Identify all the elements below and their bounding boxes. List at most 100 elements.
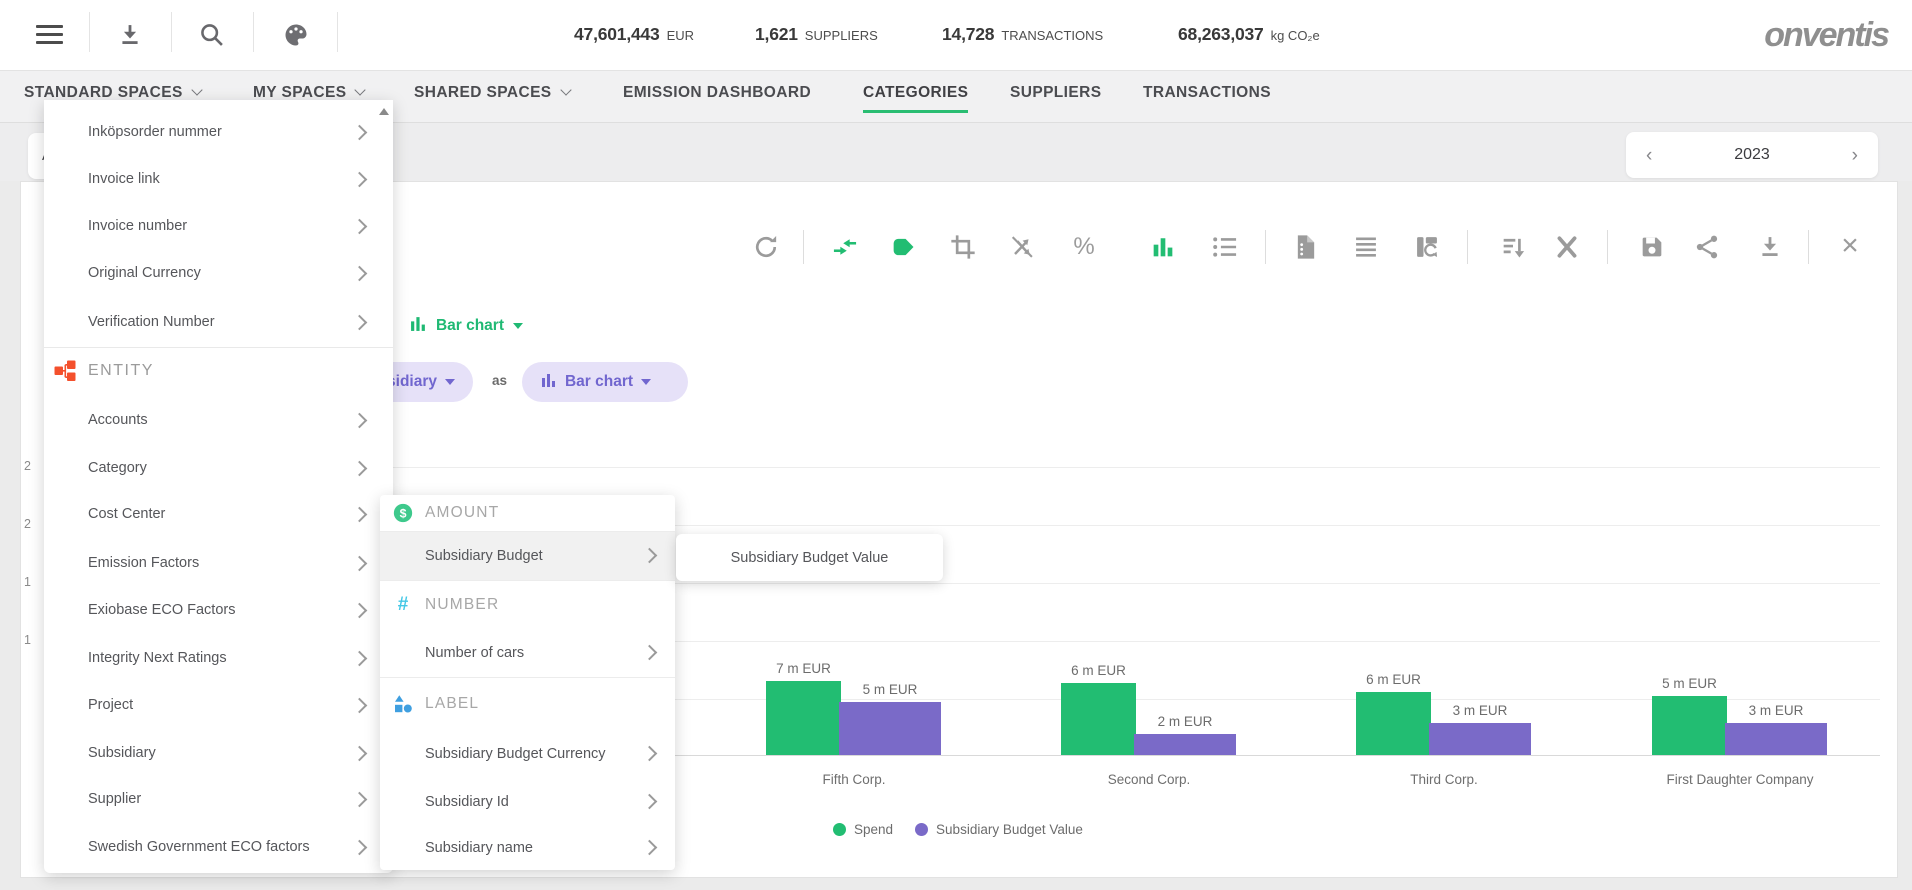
y-axis-tick-label: 1	[24, 633, 42, 647]
submenu-item-subsidiary-name[interactable]: Subsidiary name	[380, 825, 675, 870]
submenu-item-number-of-cars[interactable]: Number of cars	[380, 629, 675, 677]
menu-item-verification-number[interactable]: Verification Number	[44, 299, 393, 345]
tab-shared-spaces[interactable]: SHARED SPACES	[414, 84, 570, 102]
palette-icon[interactable]	[282, 21, 310, 49]
currency-badge[interactable]: EUR	[366, 20, 418, 49]
y-axis-tick-label: 2	[24, 517, 42, 531]
pivot-icon[interactable]	[1413, 233, 1441, 261]
menu-item-label: Original Currency	[88, 250, 201, 296]
no-sort-icon[interactable]	[1008, 233, 1036, 261]
scroll-up-icon[interactable]	[379, 108, 389, 115]
menu-item-label: Project	[88, 682, 133, 728]
tab-transactions[interactable]: TRANSACTIONS	[1143, 84, 1271, 102]
report-icon[interactable]	[1292, 233, 1320, 261]
category-label: Second Corp.	[1039, 772, 1259, 787]
category-label: First Daughter Company	[1630, 772, 1850, 787]
chevron-right-icon	[352, 315, 368, 331]
bar-spend[interactable]	[1652, 696, 1727, 755]
legend-item[interactable]: Subsidiary Budget Value	[915, 822, 1083, 837]
as-chart-type-chip[interactable]: Bar chart	[522, 362, 688, 402]
menu-item-original-currency[interactable]: Original Currency	[44, 250, 393, 296]
divider	[1467, 230, 1468, 264]
menu-item-emission-factors[interactable]: Emission Factors	[44, 540, 393, 586]
divider	[803, 230, 804, 264]
menu-item-integrity-next-ratings[interactable]: Integrity Next Ratings	[44, 635, 393, 681]
stat-label: kg CO₂e	[1271, 28, 1320, 43]
bar-chart-view-icon[interactable]	[1149, 233, 1177, 261]
list-view-icon[interactable]	[1211, 233, 1239, 261]
flyout-item-subsidiary-budget-value[interactable]: Subsidiary Budget Value	[676, 534, 943, 581]
bar-spend[interactable]	[1061, 683, 1136, 755]
category-label: Third Corp.	[1334, 772, 1554, 787]
tools-icon[interactable]	[1553, 233, 1581, 261]
y-axis-tick-label: 2	[24, 459, 42, 473]
menu-item-label: Inköpsorder nummer	[88, 109, 222, 155]
menu-item-project[interactable]: Project	[44, 682, 393, 728]
bar-value-label: 3 m EUR	[1716, 703, 1836, 718]
crop-icon[interactable]	[949, 233, 977, 261]
menu-item-cost-center[interactable]: Cost Center	[44, 491, 393, 537]
bar-subsidiary-budget-value[interactable]	[1429, 723, 1531, 755]
bar-spend[interactable]	[1356, 692, 1431, 755]
tab-categories[interactable]: CATEGORIES	[863, 84, 968, 113]
tab-suppliers[interactable]: SUPPLIERS	[1010, 84, 1101, 102]
menu-item-exiobase-eco-factors[interactable]: Exiobase ECO Factors	[44, 587, 393, 633]
menu-item-supplier[interactable]: Supplier	[44, 776, 393, 822]
stat-value: 68,263,037	[1178, 24, 1264, 44]
previous-year-button[interactable]: ‹	[1646, 146, 1652, 165]
menu-item-swedish-government-eco-factors[interactable]: Swedish Government ECO factors	[44, 824, 393, 870]
chevron-right-icon	[352, 556, 368, 572]
chevron-right-icon	[352, 792, 368, 808]
chevron-right-icon	[352, 461, 368, 477]
percent-icon[interactable]: %	[1070, 233, 1098, 261]
tab-emission-dashboard[interactable]: EMISSION DASHBOARD	[623, 84, 811, 102]
stat-transactions: 14,728TRANSACTIONS	[942, 24, 1103, 45]
merge-arrows-icon[interactable]	[831, 233, 859, 261]
menu-section-label: ENTITY	[88, 348, 154, 394]
submenu-item-label: Subsidiary name	[425, 840, 533, 856]
mini-bar-chart-icon	[541, 372, 557, 393]
refresh-icon[interactable]	[752, 233, 780, 261]
menu-item-accounts[interactable]: Accounts	[44, 397, 393, 443]
chevron-right-icon	[352, 746, 368, 762]
close-icon[interactable]: ×	[1836, 233, 1864, 261]
download-icon[interactable]	[1756, 233, 1784, 261]
chevron-right-icon	[352, 651, 368, 667]
bar-subsidiary-budget-value[interactable]	[839, 702, 941, 755]
bar-spend[interactable]	[766, 681, 841, 755]
rows-icon[interactable]	[1352, 233, 1380, 261]
save-icon[interactable]	[1638, 233, 1666, 261]
menu-item-subsidiary[interactable]: Subsidiary	[44, 730, 393, 776]
menu-item-label: Invoice number	[88, 203, 187, 249]
menu-item-invoice-link[interactable]: Invoice link	[44, 156, 393, 202]
submenu-item-label: Number of cars	[425, 645, 524, 661]
submenu-item-subsidiary-id[interactable]: Subsidiary Id	[380, 778, 675, 825]
submenu-item-subsidiary-budget[interactable]: Subsidiary Budget	[380, 532, 675, 580]
menu-item-label: Integrity Next Ratings	[88, 635, 227, 681]
menu-item-category[interactable]: Category	[44, 445, 393, 491]
tag-icon[interactable]	[889, 233, 917, 261]
bar-value-label: 6 m EUR	[1039, 663, 1159, 678]
legend-dot	[833, 823, 846, 836]
submenu-item-subsidiary-budget-currency[interactable]: Subsidiary Budget Currency	[380, 730, 675, 778]
search-icon[interactable]	[198, 21, 226, 49]
bar-subsidiary-budget-value[interactable]	[1134, 734, 1236, 755]
download-icon[interactable]	[116, 21, 144, 49]
next-year-button[interactable]: ›	[1852, 146, 1858, 165]
as-chart-type-label: Bar chart	[565, 373, 633, 391]
share-icon[interactable]	[1693, 233, 1721, 261]
page: EUR 47,601,443EUR1,621SUPPLIERS14,728TRA…	[0, 0, 1912, 890]
stat-suppliers: 1,621SUPPLIERS	[755, 24, 878, 45]
menu-item-label: Emission Factors	[88, 540, 199, 586]
submenu-section-label: AMOUNT	[425, 504, 499, 522]
year-value: 2023	[1734, 146, 1770, 164]
sort-descending-icon[interactable]	[1499, 233, 1527, 261]
menu-item-label: Category	[88, 445, 147, 491]
legend-item[interactable]: Spend	[833, 822, 893, 837]
menu-item-invoice-number[interactable]: Invoice number	[44, 203, 393, 249]
stat-value: 14,728	[942, 24, 994, 44]
menu-icon[interactable]	[36, 25, 63, 44]
menu-item-ink-psorder-nummer[interactable]: Inköpsorder nummer	[44, 109, 393, 155]
bar-subsidiary-budget-value[interactable]	[1725, 723, 1827, 755]
as-label: as	[492, 373, 507, 388]
